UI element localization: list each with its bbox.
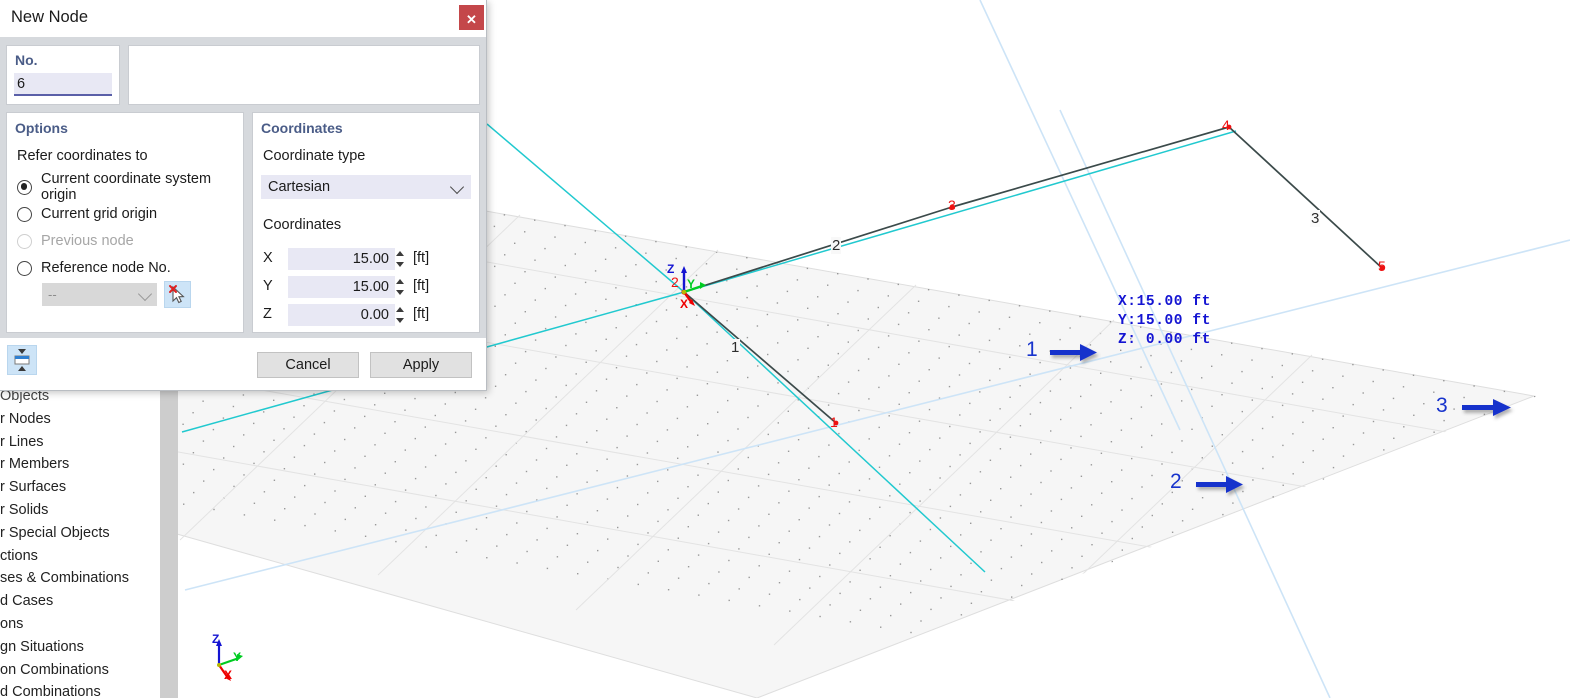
- navigator-item[interactable]: r Members: [0, 453, 160, 476]
- navigator-item[interactable]: ses & Combinations: [0, 567, 160, 590]
- coordinate-type-value: Cartesian: [268, 179, 331, 195]
- radio-previous-node: Previous node: [17, 229, 134, 253]
- node-number-input[interactable]: [14, 73, 112, 96]
- expand-collapse-glyph: [14, 349, 30, 371]
- coordinates-header: Coordinates: [261, 120, 343, 136]
- coordinate-axis-label: X: [263, 250, 273, 266]
- dialog-titlebar[interactable]: New Node ✕: [0, 0, 486, 37]
- coordinate-x-stepper[interactable]: [395, 249, 406, 269]
- radio-reference-node-no[interactable]: Reference node No.: [17, 256, 171, 280]
- coordinates-sub-label: Coordinates: [263, 217, 342, 233]
- cancel-button[interactable]: Cancel: [257, 352, 359, 378]
- member-top: [951, 126, 1230, 208]
- close-icon[interactable]: ✕: [457, 3, 486, 32]
- navigator-item[interactable]: r Special Objects: [0, 522, 160, 545]
- radio-current-grid-origin[interactable]: Current grid origin: [17, 202, 157, 226]
- reference-node-value: --: [48, 287, 57, 302]
- navigator-item[interactable]: d Cases: [0, 590, 160, 613]
- chevron-down-icon: [449, 179, 465, 195]
- radio-current-coordinate-system-origin[interactable]: Current coordinate system origin: [17, 171, 243, 203]
- refer-coordinates-label: Refer coordinates to: [17, 148, 148, 164]
- navigator-item[interactable]: gn Situations: [0, 636, 160, 659]
- coordinate-z-stepper[interactable]: [395, 305, 406, 325]
- coordinate-x-input[interactable]: [288, 248, 395, 270]
- navigator-item[interactable]: on Combinations: [0, 659, 160, 682]
- expand-collapse-icon[interactable]: [7, 345, 37, 375]
- navigator-item[interactable]: r Surfaces: [0, 476, 160, 499]
- node-comment-panel[interactable]: [128, 45, 480, 105]
- coordinate-z-input[interactable]: [288, 304, 395, 326]
- radio-icon: [17, 179, 32, 195]
- coordinate-type-dropdown[interactable]: Cartesian: [261, 175, 471, 199]
- radio-label: Reference node No.: [41, 260, 171, 276]
- coordinate-axis-label: Y: [263, 278, 273, 294]
- coordinate-y-unit: [ft]: [413, 278, 430, 294]
- navigator-scrollbar-thumb[interactable]: [160, 385, 178, 698]
- corner-axis-triad: [216, 639, 243, 681]
- coordinates-panel: Coordinates Coordinate type Cartesian Co…: [252, 112, 480, 333]
- options-panel: Options Refer coordinates to Current coo…: [6, 112, 244, 333]
- coordinate-z-unit: [ft]: [413, 306, 430, 322]
- coordinate-type-label: Coordinate type: [263, 148, 366, 164]
- pick-cursor-glyph: [169, 285, 185, 304]
- reference-node-dropdown[interactable]: --: [42, 283, 157, 306]
- navigator-item[interactable]: ons: [0, 613, 160, 636]
- navigator-item[interactable]: ctions: [0, 545, 160, 568]
- navigator-scrollbar[interactable]: [160, 385, 178, 698]
- dialog-title: New Node: [11, 8, 89, 26]
- radio-label: Previous node: [41, 233, 134, 249]
- options-header: Options: [15, 120, 68, 136]
- navigator-item[interactable]: d Combinations: [0, 681, 160, 698]
- pick-node-cursor-icon[interactable]: [164, 281, 191, 308]
- chevron-down-icon: [137, 286, 153, 302]
- node-number-label: No.: [15, 52, 38, 68]
- radio-label: Current grid origin: [41, 206, 158, 222]
- member-3: [1228, 126, 1383, 269]
- app-root: X:15.00 ft Y:15.00 ft Z: 0.00 ft 1 3 4 5…: [0, 0, 1570, 698]
- node-number-panel: No.: [6, 45, 120, 105]
- radio-icon: [17, 260, 32, 276]
- navigator-item[interactable]: r Solids: [0, 499, 160, 522]
- navigator-tree[interactable]: Objects r Nodes r Lines r Members r Surfaces…: [0, 385, 160, 698]
- new-node-dialog: New Node ✕ No. Options Refer coordinates…: [0, 0, 487, 391]
- radio-icon: [17, 206, 32, 222]
- navigator-item[interactable]: r Lines: [0, 431, 160, 454]
- coordinate-axis-label: Z: [263, 306, 272, 322]
- coordinate-y-stepper[interactable]: [395, 277, 406, 297]
- apply-button[interactable]: Apply: [370, 352, 472, 378]
- navigator-item[interactable]: r Nodes: [0, 408, 160, 431]
- radio-label: Current coordinate system origin: [41, 171, 212, 203]
- coordinate-x-unit: [ft]: [413, 250, 430, 266]
- radio-icon: [17, 233, 32, 249]
- coordinate-y-input[interactable]: [288, 276, 395, 298]
- dialog-footer: Cancel Apply: [0, 338, 486, 390]
